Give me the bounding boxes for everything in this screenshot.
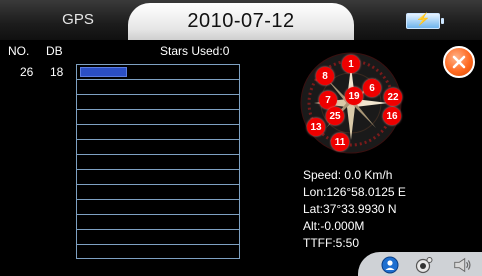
satellite-marker: 13 (307, 118, 325, 136)
table-row (77, 185, 239, 200)
satellite-marker: 8 (316, 67, 334, 85)
satellite-marker: 25 (326, 107, 344, 125)
satellite-marker: 22 (384, 88, 402, 106)
user-button[interactable] (380, 256, 400, 274)
longitude-readout: Lon:126°58.0125 E (303, 185, 406, 199)
charging-bolt-icon: ⚡ (415, 12, 431, 26)
satellite-sky-view: 1 8 7 19 6 22 25 16 13 11 (296, 48, 406, 158)
table-row (77, 125, 239, 140)
table-row (77, 80, 239, 95)
camera-icon (415, 257, 433, 274)
satellite-db: 18 (50, 65, 64, 79)
table-row (77, 140, 239, 155)
close-button[interactable] (443, 46, 475, 78)
latitude-readout: Lat:37°33.9930 N (303, 202, 397, 216)
satellite-marker: 1 (342, 55, 360, 73)
altitude-readout: Alt:-0.000M (303, 219, 365, 233)
table-row (77, 65, 239, 80)
close-icon (452, 55, 466, 69)
satellite-marker: 16 (383, 107, 401, 125)
gps-screen: GPS 2010-07-12 ⚡ NO. DB Stars Used:0 26 … (0, 0, 482, 276)
satellite-marker: 6 (363, 79, 381, 97)
speaker-icon (454, 257, 471, 273)
date-display: 2010-07-12 (128, 3, 354, 40)
speed-readout: Speed: 0.0 Km/h (303, 168, 393, 182)
table-row (77, 230, 239, 245)
signal-bar (80, 67, 127, 77)
top-bar: GPS 2010-07-12 ⚡ (0, 0, 482, 40)
satellite-number: 26 (20, 65, 34, 79)
table-row (77, 200, 239, 215)
table-row (77, 95, 239, 110)
table-row (77, 155, 239, 170)
speaker-button[interactable] (452, 256, 472, 274)
table-row (77, 110, 239, 125)
ttff-readout: TTFF:5:50 (303, 236, 360, 250)
battery-icon: ⚡ (406, 12, 444, 29)
tab-gps[interactable]: GPS (28, 5, 128, 33)
satellite-marker: 11 (331, 133, 349, 151)
satellite-marker: 19 (345, 87, 363, 105)
camera-button[interactable] (414, 256, 434, 274)
signal-table (76, 64, 240, 259)
table-row (77, 245, 239, 260)
stars-used-label: Stars Used:0 (160, 44, 230, 58)
table-row (77, 170, 239, 185)
table-row (77, 215, 239, 230)
user-icon (381, 256, 399, 274)
column-header-no: NO. (8, 44, 30, 58)
column-header-db: DB (46, 44, 63, 58)
